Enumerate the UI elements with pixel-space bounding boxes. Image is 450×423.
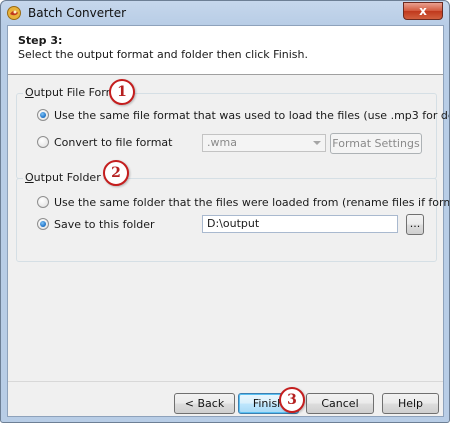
title-bar[interactable]: Batch Converter x bbox=[1, 1, 449, 25]
annotation-marker-1: 1 bbox=[109, 79, 135, 105]
same-format-radio[interactable] bbox=[37, 109, 49, 121]
convert-format-option[interactable]: Convert to file format bbox=[37, 134, 187, 150]
annotation-marker-3: 3 bbox=[279, 387, 305, 413]
back-button[interactable]: < Back bbox=[174, 393, 235, 414]
same-folder-option[interactable]: Use the same folder that the files were … bbox=[37, 194, 449, 210]
cancel-button[interactable]: Cancel bbox=[306, 393, 374, 414]
output-format-accel: O bbox=[25, 86, 34, 99]
format-settings-button[interactable]: Format Settings bbox=[330, 133, 422, 154]
close-icon: x bbox=[419, 4, 427, 18]
annotation-marker-2: 2 bbox=[103, 160, 129, 186]
output-file-format-group: Output File Format Use the same file for… bbox=[16, 86, 449, 179]
step-title: Step 3: bbox=[18, 34, 63, 47]
save-folder-option[interactable]: Save to this folder bbox=[37, 216, 177, 232]
batch-converter-window: Batch Converter x Step 3: Select the out… bbox=[0, 0, 450, 423]
same-format-option[interactable]: Use the same file format that was used t… bbox=[37, 107, 449, 123]
same-folder-radio[interactable] bbox=[37, 196, 49, 208]
file-format-dropdown[interactable]: .wma bbox=[202, 134, 326, 152]
footer-separator bbox=[8, 381, 443, 382]
same-folder-label: Use the same folder that the files were … bbox=[54, 196, 449, 209]
same-format-label: Use the same file format that was used t… bbox=[54, 109, 450, 122]
dialog-client-area: Step 3: Select the output format and fol… bbox=[7, 25, 449, 417]
output-folder-group: Output Folder Use the same folder that t… bbox=[16, 171, 449, 262]
window-title: Batch Converter bbox=[28, 6, 127, 20]
output-folder-accel: O bbox=[25, 171, 34, 184]
save-folder-label: Save to this folder bbox=[54, 218, 155, 231]
convert-format-label: Convert to file format bbox=[54, 136, 173, 149]
step-header: Step 3: Select the output format and fol… bbox=[8, 26, 443, 75]
help-button[interactable]: Help bbox=[382, 393, 439, 414]
step-description: Select the output format and folder then… bbox=[18, 48, 308, 61]
chevron-down-icon bbox=[313, 141, 321, 145]
save-folder-radio[interactable] bbox=[37, 218, 49, 230]
output-folder-title: Output Folder bbox=[23, 171, 103, 184]
browse-folder-button[interactable]: ... bbox=[406, 214, 424, 235]
convert-format-radio[interactable] bbox=[37, 136, 49, 148]
output-folder-input[interactable]: D:\output bbox=[202, 215, 398, 233]
app-icon bbox=[7, 6, 21, 20]
file-format-value: .wma bbox=[207, 136, 237, 149]
close-button[interactable]: x bbox=[403, 2, 443, 20]
output-folder-title-rest: utput Folder bbox=[33, 171, 101, 184]
